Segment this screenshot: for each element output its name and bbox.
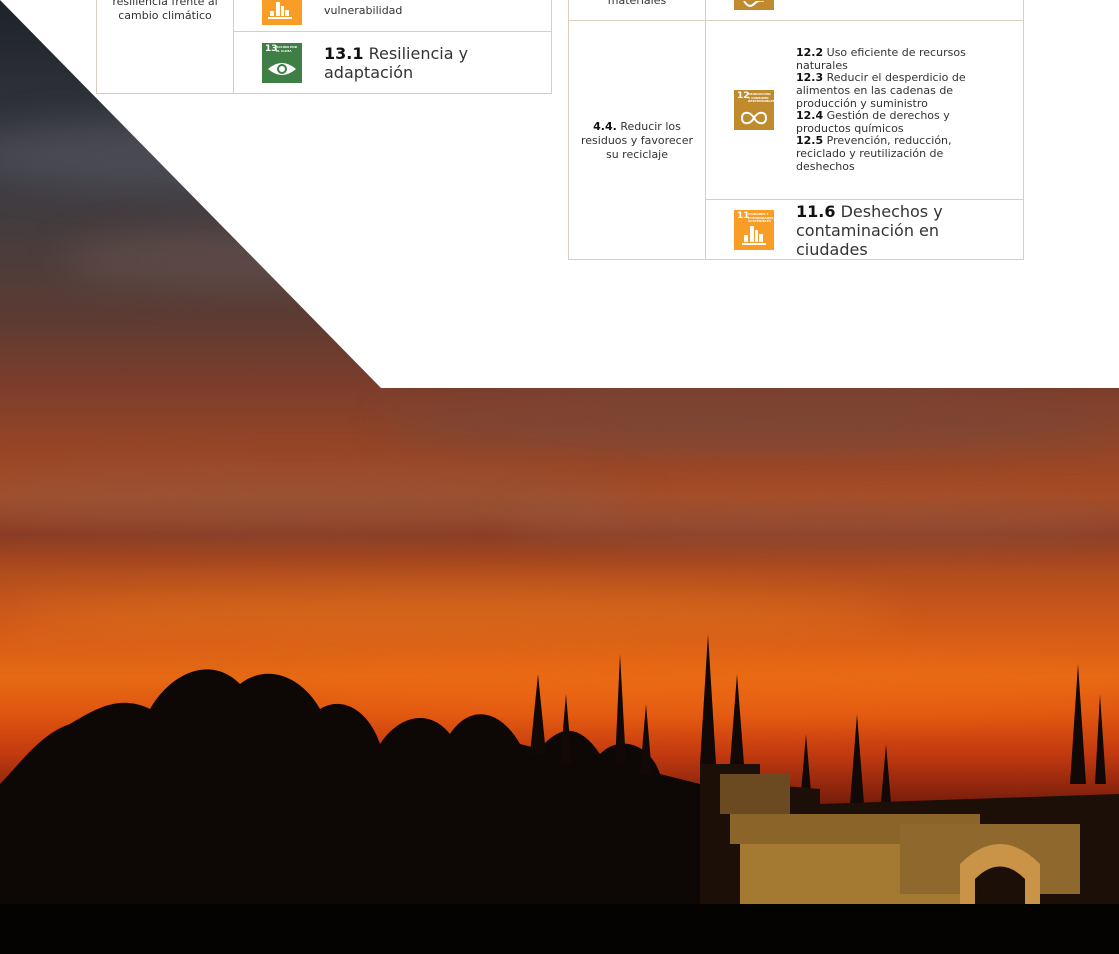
sdg-11-sustainable-cities-icon: 11 CIUDADES Y COMUNIDADES SOSTENIBLES [734,210,774,251]
goal-item-12-3: 12.3 Reducir el desperdicio de alimentos… [796,71,966,110]
right-goals-table: materiales 4.4. Reducir los residuos y f… [568,0,1024,260]
goal-row-13: 13 ACCIÓN POR EL CLIMA 13.1 Resiliencia … [234,31,551,94]
target-label-cell: resiliencia frente al cambio climático [97,0,234,94]
goal-text-13: 13.1 Resiliencia y adaptación [324,44,469,82]
goal-item-12-2: 12.2 Uso eficiente de recursos naturales [796,46,966,72]
sdg-11-sustainable-cities-icon [262,0,302,25]
sdg-12-partial-icon [734,0,774,10]
target-4-4-cell: 4.4. Reducir los residuos y favorecer su… [569,21,706,260]
goal-text-11: vulnerabilidad [324,4,403,17]
goal-row-11-6: 11 CIUDADES Y COMUNIDADES SOSTENIBLES 11… [706,199,1023,260]
target-4-4-label: 4.4. Reducir los residuos y favorecer su… [581,119,693,161]
left-goals-table: resiliencia frente al cambio climático v… [96,0,552,94]
city-silhouette [0,634,1119,954]
goal-item-12-4: 12.4 Gestión de derechos y productos quí… [796,109,950,135]
goal-row-11: vulnerabilidad [234,0,551,31]
goal-item-12-5: 12.5 Prevención, reducción, reciclado y … [796,134,952,173]
materiales-label: materiales [607,0,667,7]
sdg-12-responsible-consumption-icon: 12 PRODUCCIÓN Y CONSUMO RESPONSABLES [734,90,774,131]
goal-list-12: 12.2 Uso eficiente de recursos naturales… [796,46,992,173]
materiales-cell: materiales [569,0,706,20]
target-label: resiliencia frente al cambio climático [112,0,218,22]
sdg-13-climate-action-icon: 13 ACCIÓN POR EL CLIMA [262,43,302,83]
goal-row-12: 12 PRODUCCIÓN Y CONSUMO RESPONSABLES 12.… [706,21,1023,199]
goal-text-11-6: 11.6 Deshechos y contaminación en ciudad… [796,201,943,259]
